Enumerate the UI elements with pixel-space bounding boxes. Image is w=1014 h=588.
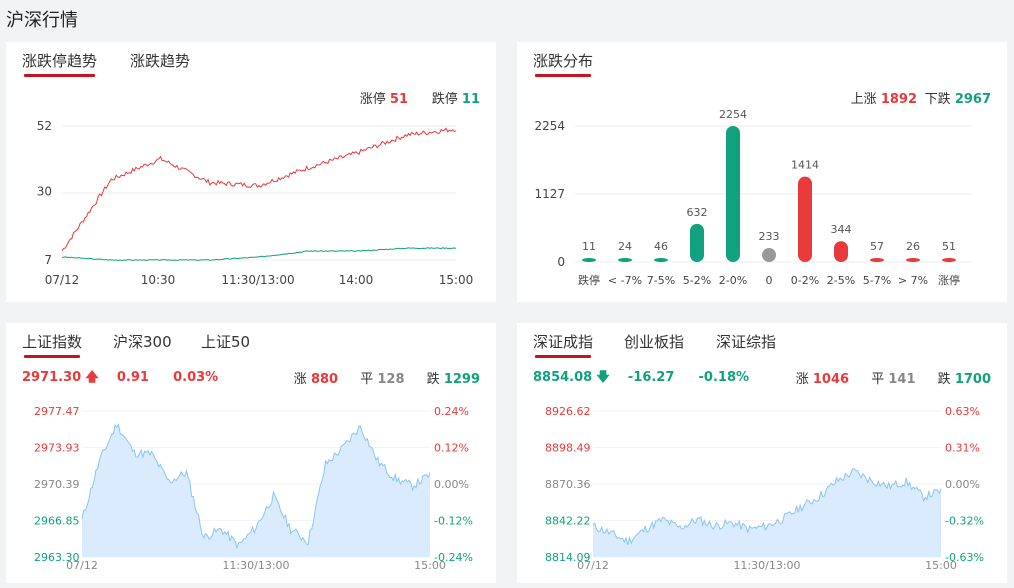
bar-value-label: 57 [870, 240, 884, 253]
x-tick-label: < -7% [608, 274, 642, 287]
y-tick-label-right: -0.32% [945, 515, 984, 528]
x-tick-label: 5-7% [863, 274, 891, 287]
x-tick-label: 11:30/13:00 [221, 273, 294, 287]
y-tick-label: 7 [44, 253, 52, 267]
sh-intraday-chart: 2977.47 0.24% 2973.93 0.12% 2970.39 0.00% 2966… [34, 405, 473, 572]
x-tick-label: 2-0% [719, 274, 747, 287]
bar [906, 258, 920, 262]
y-tick-label-right: 0.63% [945, 405, 980, 418]
x-tick-label: 跌停 [578, 273, 600, 287]
x-tick-label: 0 [766, 274, 773, 287]
x-tick-label: 0-2% [791, 274, 819, 287]
sz-intraday-chart: 8926.62 0.63% 8898.49 0.31% 8870.36 0.00% 8842… [545, 405, 984, 572]
index-area-fill [82, 424, 430, 557]
y-tick-label: 0 [557, 255, 565, 269]
y-tick-label: 1127 [534, 187, 565, 201]
bar-value-label: 632 [687, 206, 708, 219]
bar-value-label: 24 [618, 240, 632, 253]
y-tick-label-right: -0.12% [434, 515, 473, 528]
y-tick-label-right: 0.00% [945, 478, 980, 491]
bar [798, 176, 812, 262]
y-tick-label-left: 8926.62 [545, 405, 591, 418]
sh-index-panel: 上证指数 沪深300 上证50 2971.30 🡅 0.91 0.03% 涨 8… [6, 323, 496, 583]
bar-value-label: 233 [759, 230, 780, 243]
x-tick-label: 11:30/13:00 [222, 559, 289, 572]
x-tick-label: 07/12 [45, 273, 80, 287]
distribution-panel: 涨跌分布 上涨 1892 下跌 2967 2254 1127 0 11 跌停 24 < -7… [517, 42, 1007, 302]
y-tick-label-right: 0.24% [434, 405, 469, 418]
distribution-chart: 2254 1127 0 11 跌停 24 < -7% 46 7-5% 632 5-2% 2254 2-0… [534, 108, 973, 287]
x-tick-label: 07/12 [66, 559, 98, 572]
x-tick-label: 涨停 [938, 273, 960, 287]
y-tick-label-right: 0.31% [945, 442, 980, 455]
limit-up-series-line [61, 127, 457, 252]
x-tick-label: 10:30 [141, 273, 176, 287]
y-tick-label-left: 2970.39 [34, 478, 80, 491]
x-tick-label: 5-2% [683, 274, 711, 287]
x-tick-label: > 7% [898, 274, 928, 287]
x-tick-label: 7-5% [647, 274, 675, 287]
bar [618, 258, 632, 262]
x-tick-label: 2-5% [827, 274, 855, 287]
y-tick-label-left: 2966.85 [34, 515, 80, 528]
bar-value-label: 1414 [791, 159, 819, 172]
x-tick-label: 07/12 [577, 559, 609, 572]
x-tick-label: 11:30/13:00 [733, 559, 800, 572]
limit-trend-panel: 涨跌停趋势 涨跌趋势 涨停 51 跌停 11 52 30 7 07/12 10:30 11… [6, 42, 496, 302]
bar [762, 247, 776, 262]
limit-down-series-line [61, 247, 457, 261]
x-tick-label: 15:00 [414, 559, 446, 572]
bar [942, 258, 956, 262]
bar [582, 258, 596, 262]
bar-value-label: 51 [942, 240, 956, 253]
bar [690, 223, 704, 262]
y-tick-label: 2254 [534, 119, 565, 133]
limit-trend-chart: 52 30 7 07/12 10:30 11:30/13:00 14:00 15:00 [37, 119, 474, 287]
y-tick-label-right: 0.00% [434, 478, 469, 491]
bar-value-label: 46 [654, 240, 668, 253]
x-tick-label: 15:00 [439, 273, 474, 287]
y-tick-label-left: 8870.36 [545, 478, 591, 491]
sz-index-panel: 深证成指 创业板指 深证综指 8854.08 🡇 -16.27 -0.18% 涨… [517, 323, 1007, 583]
y-tick-label-left: 8898.49 [545, 442, 591, 455]
bar-value-label: 2254 [719, 108, 747, 121]
bar-value-label: 11 [582, 240, 596, 253]
y-tick-label: 30 [37, 185, 52, 199]
x-tick-label: 14:00 [339, 273, 374, 287]
bar-value-label: 26 [906, 240, 920, 253]
bar [654, 258, 668, 262]
bar [870, 258, 884, 262]
x-tick-label: 15:00 [925, 559, 957, 572]
bar [834, 241, 848, 262]
page-title: 沪深行情 [6, 10, 78, 31]
y-tick-label-left: 8842.22 [545, 515, 591, 528]
y-tick-label-left: 2977.47 [34, 405, 80, 418]
y-tick-label-right: 0.12% [434, 442, 469, 455]
y-tick-label: 52 [37, 119, 52, 133]
y-tick-label-left: 2973.93 [34, 442, 80, 455]
bar [726, 126, 740, 262]
bar-value-label: 344 [831, 223, 852, 236]
